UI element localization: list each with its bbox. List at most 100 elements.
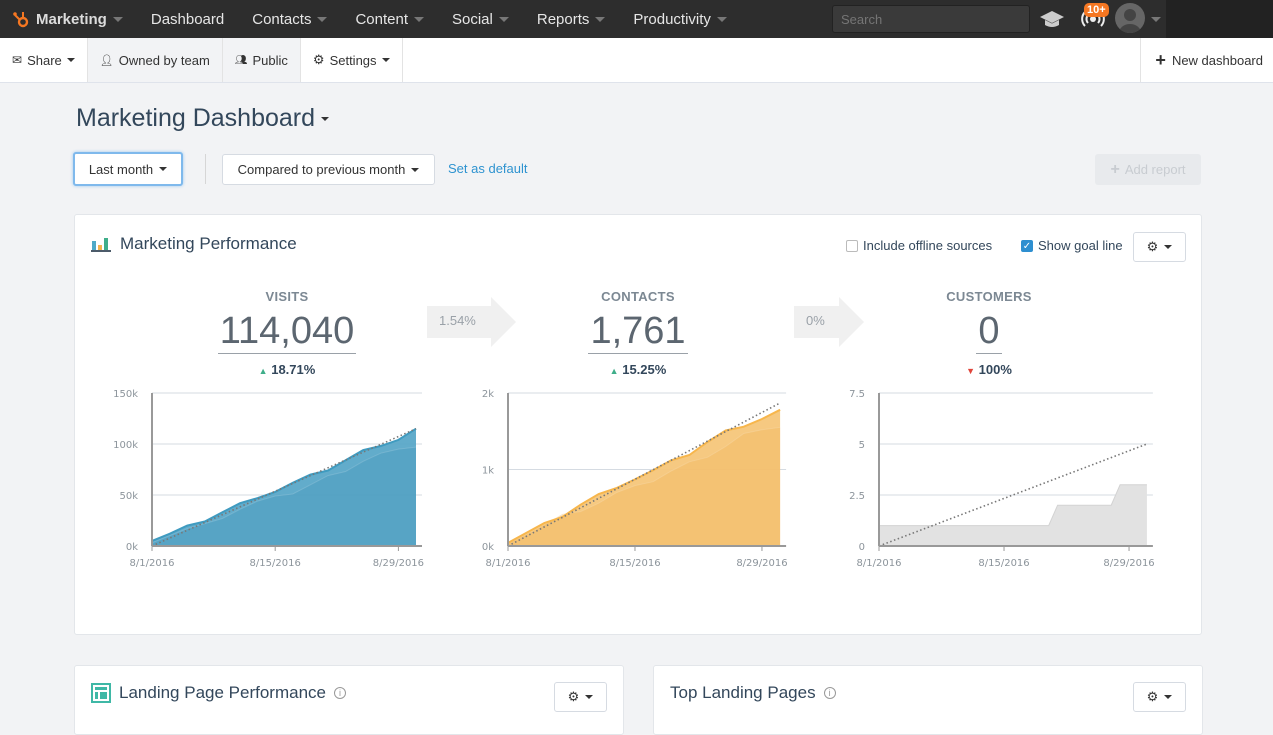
y-tick-label: 150k — [113, 389, 138, 400]
set-as-default-link[interactable]: Set as default — [448, 161, 528, 176]
y-tick-label: 7.5 — [849, 389, 865, 400]
card-title: Marketing Performance — [120, 234, 297, 253]
include-offline-checkbox[interactable]: Include offline sources — [846, 238, 992, 253]
share-button[interactable]: ✉ Share — [0, 38, 88, 82]
chevron-down-icon — [595, 16, 606, 22]
conversion-arrow-contacts-customers: 0% — [794, 297, 884, 347]
chevron-down-icon — [585, 695, 594, 699]
marketing-performance-header: Marketing Performance — [91, 234, 297, 254]
conversion-rate: 1.54% — [439, 313, 476, 328]
triangle-down-icon: ▼ — [966, 366, 976, 376]
nav-dashboard[interactable]: Dashboard — [137, 0, 238, 38]
comparison-dropdown[interactable]: Compared to previous month — [222, 154, 435, 185]
gear-icon: ⚙ — [312, 52, 325, 67]
x-tick-label: 8/29/2016 — [736, 558, 787, 569]
public-label: Public — [252, 52, 288, 68]
nav-marketing[interactable]: Marketing — [0, 0, 137, 38]
metric-visits: VISITS 114,040 ▲ 18.71% — [187, 289, 387, 377]
card-settings-button[interactable]: ⚙ — [554, 682, 607, 712]
public-button[interactable]: 👥︎ Public — [222, 38, 301, 82]
user-icon: 👤︎ — [99, 54, 114, 67]
chevron-down-icon — [498, 16, 509, 22]
metric-change: ▼ 100% — [889, 362, 1089, 377]
metric-change: ▲ 15.25% — [538, 362, 738, 377]
avatar[interactable] — [1115, 3, 1145, 33]
chevron-down-icon — [1164, 245, 1173, 249]
gear-icon: ⚙ — [567, 689, 580, 704]
metric-label: CONTACTS — [601, 289, 675, 304]
search-input[interactable] — [832, 5, 1030, 33]
dashboard-title-dropdown[interactable]: Marketing Dashboard — [76, 104, 330, 133]
customers-chart: 0 2.5 5 7.5 8/1/2016 8/15/2016 8/29/2016 — [849, 389, 1155, 569]
checkbox-unchecked[interactable] — [846, 239, 858, 252]
nav-label: Content — [355, 10, 408, 28]
date-range-dropdown[interactable]: Last month — [73, 152, 183, 186]
top-nav: Marketing Dashboard Contacts Content Soc… — [0, 0, 1273, 38]
dashboard-toolbar: ✉ Share 👤︎ Owned by team 👥︎ Public ⚙ Setting… — [0, 38, 1273, 83]
y-tick-label: 5 — [859, 440, 865, 451]
card-settings-button[interactable]: ⚙ — [1133, 232, 1186, 262]
settings-button[interactable]: ⚙ Settings — [301, 38, 403, 82]
x-tick-label: 8/15/2016 — [250, 558, 301, 569]
gear-icon: ⚙ — [1146, 239, 1159, 254]
envelope-icon: ✉ — [12, 53, 23, 67]
triangle-up-icon: ▲ — [609, 366, 619, 376]
top-landing-pages-header: Top Landing Pages i — [670, 683, 836, 703]
y-tick-label: 0k — [482, 542, 494, 553]
plus-icon: + — [1155, 49, 1166, 70]
landing-page-performance-header: Landing Page Performance i — [91, 683, 346, 703]
change-value: 100% — [978, 362, 1012, 377]
gear-icon: ⚙ — [1146, 689, 1159, 704]
new-dashboard-button[interactable]: + New dashboard — [1140, 38, 1273, 82]
layout-template-icon — [91, 683, 111, 703]
metric-value: 1,761 — [588, 310, 688, 354]
chevron-down-icon — [414, 16, 424, 22]
chevron-down-icon — [716, 16, 727, 22]
nav-label: Contacts — [252, 10, 312, 28]
plus-icon: + — [1110, 160, 1120, 178]
chevron-down-icon — [1164, 695, 1173, 699]
nav-right-filler — [1166, 0, 1273, 38]
users-icon: 👥︎ — [234, 54, 248, 66]
add-report-button[interactable]: + Add report — [1095, 154, 1201, 185]
metric-value: 114,040 — [217, 310, 357, 354]
owned-by-team-button[interactable]: 👤︎ Owned by team — [87, 38, 223, 82]
y-tick-label: 0 — [859, 542, 865, 553]
metric-customers: CUSTOMERS 0 ▼ 100% — [889, 289, 1089, 377]
conversion-rate: 0% — [806, 313, 825, 328]
chevron-down-icon — [381, 58, 390, 62]
y-tick-label: 1k — [482, 466, 494, 477]
info-icon[interactable]: i — [823, 687, 836, 699]
nav-content[interactable]: Content — [341, 0, 438, 38]
checkbox-label: Show goal line — [1038, 238, 1123, 253]
card-title: Landing Page Performance — [119, 683, 326, 702]
nav-label: Social — [452, 10, 493, 28]
metric-label: VISITS — [265, 289, 309, 304]
chevron-down-icon[interactable] — [1151, 17, 1161, 22]
metric-contacts: CONTACTS 1,761 ▲ 15.25% — [538, 289, 738, 377]
checkbox-label: Include offline sources — [863, 238, 993, 253]
date-range-label: Last month — [88, 161, 154, 177]
y-tick-label: 2k — [482, 389, 494, 400]
nav-contacts[interactable]: Contacts — [238, 0, 341, 38]
nav-label: Productivity — [633, 10, 711, 28]
new-dashboard-label: New dashboard — [1171, 52, 1263, 68]
show-goal-line-checkbox[interactable]: ✓ Show goal line — [1021, 238, 1123, 253]
y-tick-label: 100k — [113, 440, 138, 451]
nav-brand-label: Marketing — [36, 10, 107, 28]
visits-chart: 0k 50k 100k 150k 8/1/2016 8/15/2016 8/29/2016 — [113, 389, 424, 569]
chevron-down-icon — [411, 167, 420, 172]
checkbox-checked-icon[interactable]: ✓ — [1021, 239, 1033, 252]
hubspot-logo-icon — [13, 12, 29, 28]
owned-label: Owned by team — [118, 52, 210, 68]
academy-graduation-cap-icon[interactable] — [1039, 9, 1065, 29]
x-tick-label: 8/1/2016 — [486, 558, 531, 569]
nav-reports[interactable]: Reports — [523, 0, 620, 38]
nav-social[interactable]: Social — [438, 0, 523, 38]
metric-label: CUSTOMERS — [946, 289, 1032, 304]
x-tick-label: 8/1/2016 — [130, 558, 175, 569]
nav-productivity[interactable]: Productivity — [619, 0, 741, 38]
chevron-down-icon — [112, 16, 123, 22]
card-settings-button[interactable]: ⚙ — [1133, 682, 1186, 712]
info-icon[interactable]: i — [333, 687, 346, 699]
